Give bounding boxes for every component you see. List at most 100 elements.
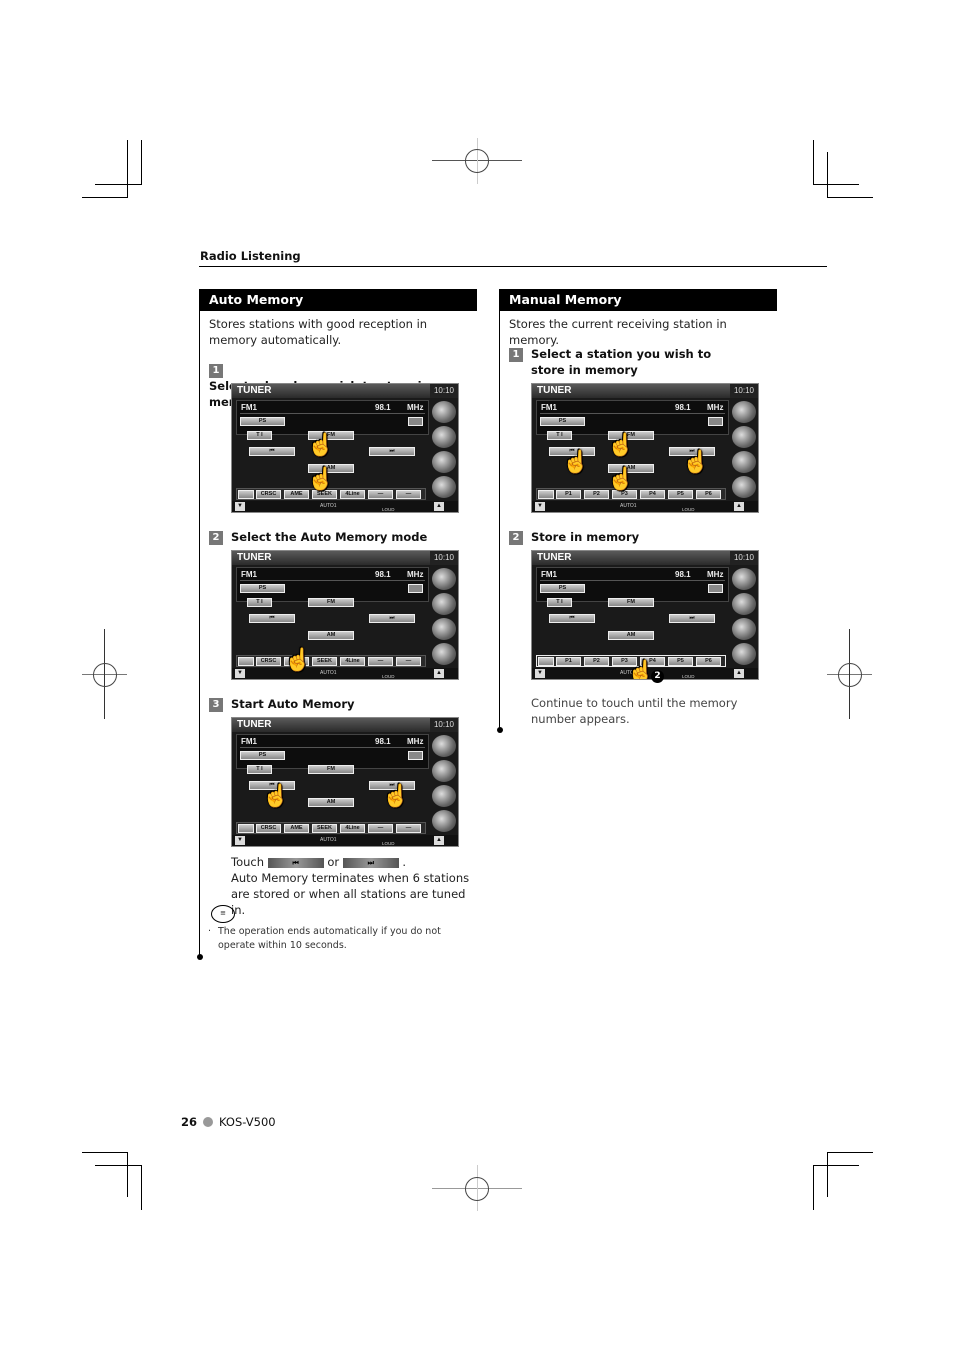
column-end-dot	[497, 727, 503, 733]
side-menu-icon-4[interactable]	[432, 476, 456, 498]
ps-button[interactable]: PS	[540, 584, 585, 593]
side-menu-icon-1[interactable]	[732, 401, 756, 423]
ti-button[interactable]: T I	[547, 431, 572, 440]
ti-button[interactable]: T I	[547, 598, 572, 607]
play-button[interactable]	[538, 657, 554, 666]
side-menu-icon-4[interactable]	[732, 643, 756, 665]
menu-button[interactable]	[408, 584, 423, 593]
seek-next-button[interactable]: ⏭	[369, 614, 415, 623]
volume-up-button[interactable]: ▲	[434, 502, 444, 511]
ps-button[interactable]: PS	[240, 417, 285, 426]
side-menu-icon-2[interactable]	[432, 760, 456, 782]
side-menu-icon-4[interactable]	[432, 643, 456, 665]
function-button[interactable]: 4Line	[340, 490, 365, 499]
side-menu-icon-2[interactable]	[432, 593, 456, 615]
volume-up-button[interactable]: ▲	[434, 836, 444, 845]
status-loud: LOUD	[382, 507, 395, 512]
seek-next-button[interactable]: ⏭	[369, 447, 415, 456]
side-menu-icon-4[interactable]	[732, 476, 756, 498]
ti-button[interactable]: T I	[247, 598, 272, 607]
preset-button[interactable]: P1	[556, 490, 581, 499]
menu-button[interactable]	[708, 584, 723, 593]
function-button[interactable]: —	[396, 657, 421, 666]
side-menu-icon-3[interactable]	[732, 451, 756, 473]
volume-down-button[interactable]: ▼	[235, 502, 245, 511]
preset-button[interactable]: P2	[584, 490, 609, 499]
side-menu-icon-2[interactable]	[732, 426, 756, 448]
play-button[interactable]	[238, 490, 254, 499]
am-button[interactable]: AM	[308, 631, 354, 640]
side-menu-icon-1[interactable]	[432, 735, 456, 757]
fm-button[interactable]: FM	[608, 598, 654, 607]
fm-button[interactable]: FM	[308, 765, 354, 774]
function-button[interactable]: AME	[284, 490, 309, 499]
volume-up-button[interactable]: ▲	[734, 502, 744, 511]
play-button[interactable]	[238, 657, 254, 666]
ps-button[interactable]: PS	[540, 417, 585, 426]
ps-button[interactable]: PS	[240, 584, 285, 593]
frequency-value: 98.1	[375, 403, 391, 412]
pointing-hand-icon: ☝	[682, 449, 710, 474]
preset-button[interactable]: P6	[696, 657, 721, 666]
seek-prev-button[interactable]: ⏮	[549, 614, 595, 623]
ti-button[interactable]: T I	[247, 431, 272, 440]
function-button[interactable]: SEEK	[312, 657, 337, 666]
play-button[interactable]	[538, 490, 554, 499]
function-button[interactable]: —	[396, 824, 421, 833]
function-button[interactable]: CRSC	[256, 490, 281, 499]
crop-mark	[813, 1165, 814, 1210]
function-button[interactable]: —	[396, 490, 421, 499]
am-button[interactable]: AM	[608, 631, 654, 640]
preset-button[interactable]: P5	[668, 490, 693, 499]
ti-button[interactable]: T I	[247, 765, 272, 774]
menu-button[interactable]	[408, 751, 423, 760]
preset-button[interactable]: P2	[584, 657, 609, 666]
function-button[interactable]: 4Line	[340, 657, 365, 666]
side-menu-icon-2[interactable]	[432, 426, 456, 448]
side-menu-icon-2[interactable]	[732, 593, 756, 615]
touch-suffix: .	[402, 855, 407, 869]
function-button[interactable]: SEEK	[312, 824, 337, 833]
preset-button[interactable]: P4	[640, 490, 665, 499]
seek-prev-button[interactable]: ⏮	[249, 614, 295, 623]
volume-up-button[interactable]: ▲	[434, 669, 444, 678]
function-button[interactable]: —	[368, 657, 393, 666]
step-text: Start Auto Memory	[231, 697, 355, 711]
ps-button[interactable]: PS	[240, 751, 285, 760]
preset-button[interactable]: P6	[696, 490, 721, 499]
volume-down-button[interactable]: ▼	[235, 836, 245, 845]
fm-button[interactable]: FM	[308, 598, 354, 607]
function-button[interactable]: —	[368, 490, 393, 499]
menu-button[interactable]	[408, 417, 423, 426]
crop-mark	[95, 1165, 141, 1166]
seek-prev-button[interactable]: ⏮	[267, 857, 324, 868]
function-button[interactable]: AME	[284, 824, 309, 833]
menu-button[interactable]	[708, 417, 723, 426]
function-button[interactable]: CRSC	[256, 657, 281, 666]
side-menu-icon-3[interactable]	[732, 618, 756, 640]
function-button[interactable]: CRSC	[256, 824, 281, 833]
side-menu-icon-4[interactable]	[432, 810, 456, 832]
seek-next-button[interactable]: ⏭	[342, 857, 399, 868]
play-button[interactable]	[238, 824, 254, 833]
function-button[interactable]: 4Line	[340, 824, 365, 833]
side-menu-icon-3[interactable]	[432, 785, 456, 807]
volume-down-button[interactable]: ▼	[535, 502, 545, 511]
seek-prev-button[interactable]: ⏮	[249, 447, 295, 456]
side-menu-icon-3[interactable]	[432, 451, 456, 473]
function-button[interactable]: SEEK	[312, 490, 337, 499]
volume-up-button[interactable]: ▲	[734, 669, 744, 678]
side-menu-icon-3[interactable]	[432, 618, 456, 640]
preset-button[interactable]: P5	[668, 657, 693, 666]
side-menu-icon-1[interactable]	[732, 568, 756, 590]
function-button[interactable]: —	[368, 824, 393, 833]
seek-next-button[interactable]: ⏭	[669, 614, 715, 623]
pointing-hand-icon: ☝	[284, 647, 312, 672]
volume-down-button[interactable]: ▼	[235, 669, 245, 678]
side-menu-icon-1[interactable]	[432, 401, 456, 423]
am-button[interactable]: AM	[308, 798, 354, 807]
preset-button[interactable]: P3	[612, 490, 637, 499]
preset-button[interactable]: P1	[556, 657, 581, 666]
volume-down-button[interactable]: ▼	[535, 669, 545, 678]
side-menu-icon-1[interactable]	[432, 568, 456, 590]
